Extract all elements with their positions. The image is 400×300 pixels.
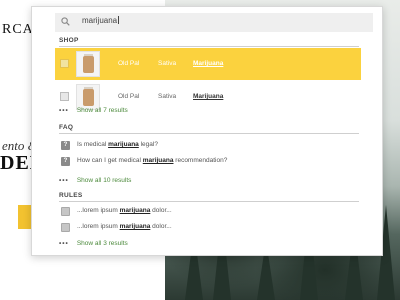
show-all-faq-link[interactable]: ••• Show all 10 results bbox=[59, 177, 131, 184]
product-type: Sativa bbox=[158, 93, 177, 100]
rule-snippet: ...lorem ipsum marijuana dolor... bbox=[77, 223, 172, 230]
checkbox[interactable] bbox=[60, 92, 69, 101]
shop-result-row[interactable]: Old Pal Sativa Marijuana bbox=[55, 48, 361, 80]
divider bbox=[59, 46, 359, 47]
faq-question: Is medical marijuana legal? bbox=[77, 141, 158, 148]
product-type: Sativa bbox=[158, 60, 177, 67]
document-icon bbox=[61, 223, 70, 232]
show-all-shop-link[interactable]: ••• Show all 7 results bbox=[59, 107, 128, 114]
section-title-shop: SHOP bbox=[59, 37, 79, 44]
product-thumbnail bbox=[76, 51, 100, 77]
section-title-faq: FAQ bbox=[59, 124, 74, 131]
question-icon: ? bbox=[61, 141, 70, 150]
rule-snippet: ...lorem ipsum marijuana dolor... bbox=[77, 207, 172, 214]
rule-result-item[interactable]: ...lorem ipsum marijuana dolor... bbox=[59, 206, 349, 218]
document-icon bbox=[61, 207, 70, 216]
product-name: Old Pal bbox=[118, 60, 140, 67]
faq-result-item[interactable]: ? Is medical marijuana legal? bbox=[59, 140, 349, 152]
more-dots-icon: ••• bbox=[59, 177, 69, 184]
divider bbox=[59, 133, 359, 134]
product-category-link[interactable]: Marijuana bbox=[193, 93, 223, 100]
search-dropdown: marijuana SHOP Old Pal Sativa Marijuana … bbox=[31, 6, 383, 256]
question-icon: ? bbox=[61, 157, 70, 166]
faq-result-item[interactable]: ? How can I get medical marijuana recomm… bbox=[59, 156, 349, 168]
checkbox[interactable] bbox=[60, 59, 69, 68]
more-dots-icon: ••• bbox=[59, 240, 69, 247]
divider bbox=[59, 201, 359, 202]
text-caret bbox=[118, 16, 120, 24]
search-icon bbox=[61, 17, 70, 26]
rule-result-item[interactable]: ...lorem ipsum marijuana dolor... bbox=[59, 222, 349, 234]
search-input[interactable]: marijuana bbox=[82, 16, 120, 25]
search-bar[interactable]: marijuana bbox=[55, 13, 373, 32]
show-all-rules-link[interactable]: ••• Show all 3 results bbox=[59, 240, 128, 247]
product-name: Old Pal bbox=[118, 93, 140, 100]
product-category-link[interactable]: Marijuana bbox=[193, 60, 223, 67]
faq-question: How can I get medical marijuana recommen… bbox=[77, 157, 228, 164]
section-title-rules: RULES bbox=[59, 192, 83, 199]
more-dots-icon: ••• bbox=[59, 107, 69, 114]
